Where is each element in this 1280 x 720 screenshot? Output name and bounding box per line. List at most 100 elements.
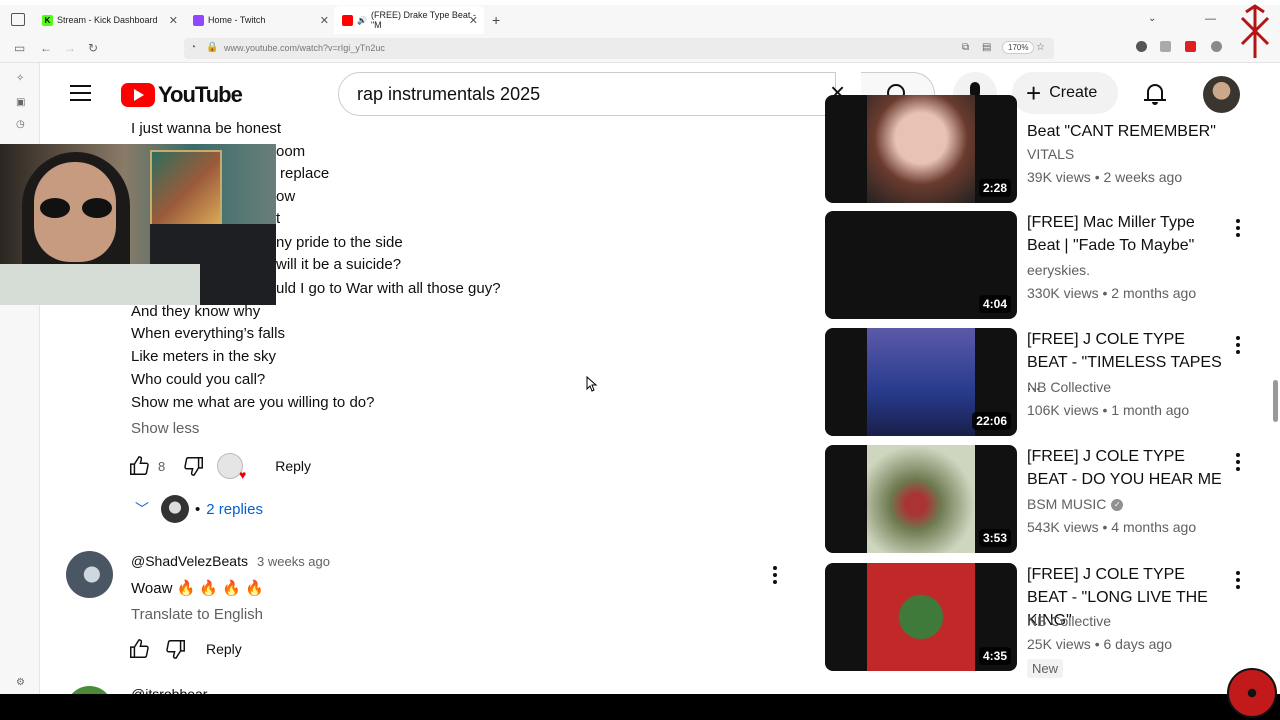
comment-text-line: When everything’s falls: [131, 325, 285, 342]
webcam-overlay: [0, 144, 276, 305]
video-title[interactable]: [FREE] Mac Miller Type Beat | "Fade To M…: [1027, 211, 1223, 257]
screenshot-icon[interactable]: ⧉: [962, 42, 969, 53]
streamer-shirt: [0, 264, 200, 305]
comment-text-line: room: [271, 143, 306, 160]
browser-tab-twitch[interactable]: Home - Twitch ✕: [185, 6, 335, 34]
reply-button[interactable]: Reply: [206, 641, 242, 657]
search-input[interactable]: rap instrumentals 2025: [338, 72, 836, 116]
like-count: 8: [158, 458, 166, 474]
video-title[interactable]: Beat "CANT REMEMBER": [1027, 120, 1223, 143]
comment-text-line: replace: [280, 165, 330, 182]
view-replies-button[interactable]: ﹀ • 2 replies: [135, 495, 263, 523]
reader-icon[interactable]: ▤: [982, 42, 991, 53]
recommended-video[interactable]: 3:53 [FREE] J COLE TYPE BEAT - DO YOU HE…: [825, 445, 1255, 553]
show-less-button[interactable]: Show less: [131, 420, 199, 437]
upload-age: 4 months ago: [1111, 519, 1197, 535]
upload-age: 1 month ago: [1111, 402, 1190, 418]
recommended-video[interactable]: 2:28 Beat "CANT REMEMBER" VITALS 39K vie…: [825, 95, 1255, 203]
thumbnail-art: [867, 563, 975, 671]
video-thumbnail[interactable]: 22:06: [825, 328, 1017, 436]
library-icon[interactable]: ▣: [16, 97, 25, 108]
browser-tabstrip: K Stream - Kick Dashboard ✕ Home - Twitc…: [0, 5, 1280, 34]
video-meta: 106K views • 1 month ago: [1027, 402, 1190, 418]
close-tab-icon[interactable]: ✕: [469, 14, 478, 27]
extension-icon[interactable]: [1160, 41, 1171, 52]
channel-name[interactable]: eeryskies.: [1027, 262, 1090, 278]
video-thumbnail[interactable]: 3:53: [825, 445, 1017, 553]
browser-tab-kick[interactable]: K Stream - Kick Dashboard ✕: [34, 6, 184, 34]
comment-text-line: will it be a suicide?: [276, 256, 402, 273]
like-icon[interactable]: [128, 638, 150, 660]
reply-button[interactable]: Reply: [275, 458, 311, 474]
minimize-icon[interactable]: —: [1205, 13, 1216, 25]
address-bar[interactable]: ◔ 🔒 www.youtube.com/watch?v=rIgi_yTn2uc …: [184, 38, 1054, 59]
tab-overflow-chevron-icon[interactable]: ⌄: [1148, 13, 1156, 24]
creator-heart-avatar: ♥: [217, 453, 247, 482]
video-menu-kebab-icon[interactable]: [1236, 336, 1240, 354]
search-query[interactable]: rap instrumentals 2025: [357, 84, 540, 105]
ai-sparkle-icon[interactable]: ✧: [16, 73, 24, 84]
twitch-favicon-icon: [193, 14, 204, 26]
comment-menu-kebab-icon[interactable]: [773, 566, 777, 584]
video-menu-kebab-icon[interactable]: [1236, 219, 1240, 237]
recommended-video[interactable]: 4:35 [FREE] J COLE TYPE BEAT - "LONG LIV…: [825, 563, 1255, 678]
replies-count: 2 replies: [206, 500, 263, 518]
close-tab-icon[interactable]: ✕: [169, 14, 178, 27]
url-text[interactable]: www.youtube.com/watch?v=rIgi_yTn2uc: [224, 43, 385, 53]
channel-name[interactable]: VITALS: [1027, 146, 1074, 162]
sidebar-toggle-icon[interactable]: ▭: [14, 41, 25, 55]
ublock-icon[interactable]: [1185, 41, 1196, 52]
channel-name[interactable]: NB Collective: [1027, 613, 1111, 629]
dislike-icon[interactable]: [165, 638, 187, 660]
reload-icon[interactable]: ↻: [88, 41, 98, 55]
comment-author[interactable]: @ShadVelezBeats: [131, 553, 248, 569]
back-icon[interactable]: ←: [40, 41, 52, 55]
tab-title: Stream - Kick Dashboard: [57, 15, 158, 25]
comment-timestamp[interactable]: 3 weeks ago: [257, 554, 330, 569]
new-tab-icon[interactable]: +: [492, 12, 500, 28]
view-count: 106K views: [1027, 402, 1099, 418]
recommended-video[interactable]: 22:06 [FREE] J COLE TYPE BEAT - "TIMELES…: [825, 328, 1255, 436]
forward-icon[interactable]: →: [64, 41, 76, 55]
channel-name[interactable]: BSM MUSIC ✓: [1027, 496, 1124, 512]
video-duration: 4:35: [978, 647, 1011, 665]
commenter-avatar[interactable]: [66, 551, 113, 598]
browser-tab-youtube[interactable]: 🔊 (FREE) Drake Type Beat - "M ✕: [334, 6, 484, 34]
upload-age: 2 months ago: [1111, 285, 1197, 301]
upload-age: 6 days ago: [1103, 636, 1173, 652]
video-menu-kebab-icon[interactable]: [1236, 453, 1240, 471]
like-icon[interactable]: [128, 455, 150, 477]
sunglasses: [40, 198, 112, 218]
video-thumbnail[interactable]: 2:28: [825, 95, 1017, 203]
zoom-level[interactable]: 170%: [1002, 41, 1035, 54]
thumbnail-art: [867, 95, 975, 203]
tab-list-icon[interactable]: [11, 13, 25, 26]
heart-icon: ♥: [239, 468, 247, 482]
extension-icon[interactable]: [1136, 41, 1147, 52]
channel-name[interactable]: NB Collective: [1027, 379, 1111, 395]
video-thumbnail[interactable]: 4:35: [825, 563, 1017, 671]
translate-button[interactable]: Translate to English: [131, 606, 263, 623]
close-tab-icon[interactable]: ✕: [320, 14, 329, 27]
speaker-icon[interactable]: 🔊: [357, 16, 367, 25]
kick-favicon-icon: K: [42, 14, 53, 26]
history-icon[interactable]: ◷: [16, 119, 25, 130]
comment-action-bar: Reply: [128, 636, 242, 662]
scrollbar-thumb[interactable]: [1273, 380, 1278, 422]
recommended-video[interactable]: 4:04 [FREE] Mac Miller Type Beat | "Fade…: [825, 211, 1255, 319]
video-title[interactable]: [FREE] J COLE TYPE BEAT - DO YOU HEAR ME: [1027, 445, 1223, 491]
guide-menu-icon[interactable]: [70, 85, 91, 101]
extension-icon[interactable]: [1211, 41, 1222, 52]
thumbnail-art: [867, 445, 975, 553]
dislike-icon[interactable]: [183, 455, 205, 477]
site-info-icon[interactable]: ◔: [190, 42, 196, 53]
settings-gear-icon[interactable]: ⚙: [16, 677, 25, 688]
video-thumbnail[interactable]: 4:04: [825, 211, 1017, 319]
video-menu-kebab-icon[interactable]: [1236, 571, 1240, 589]
bookmark-star-icon[interactable]: ☆: [1036, 42, 1045, 53]
commenter-avatar[interactable]: [66, 686, 113, 694]
replier-avatar: [161, 495, 189, 523]
youtube-logo[interactable]: YouTube: [121, 82, 243, 108]
video-duration: 2:28: [978, 179, 1011, 197]
comment-author[interactable]: @itsrobbear...: [131, 686, 218, 694]
